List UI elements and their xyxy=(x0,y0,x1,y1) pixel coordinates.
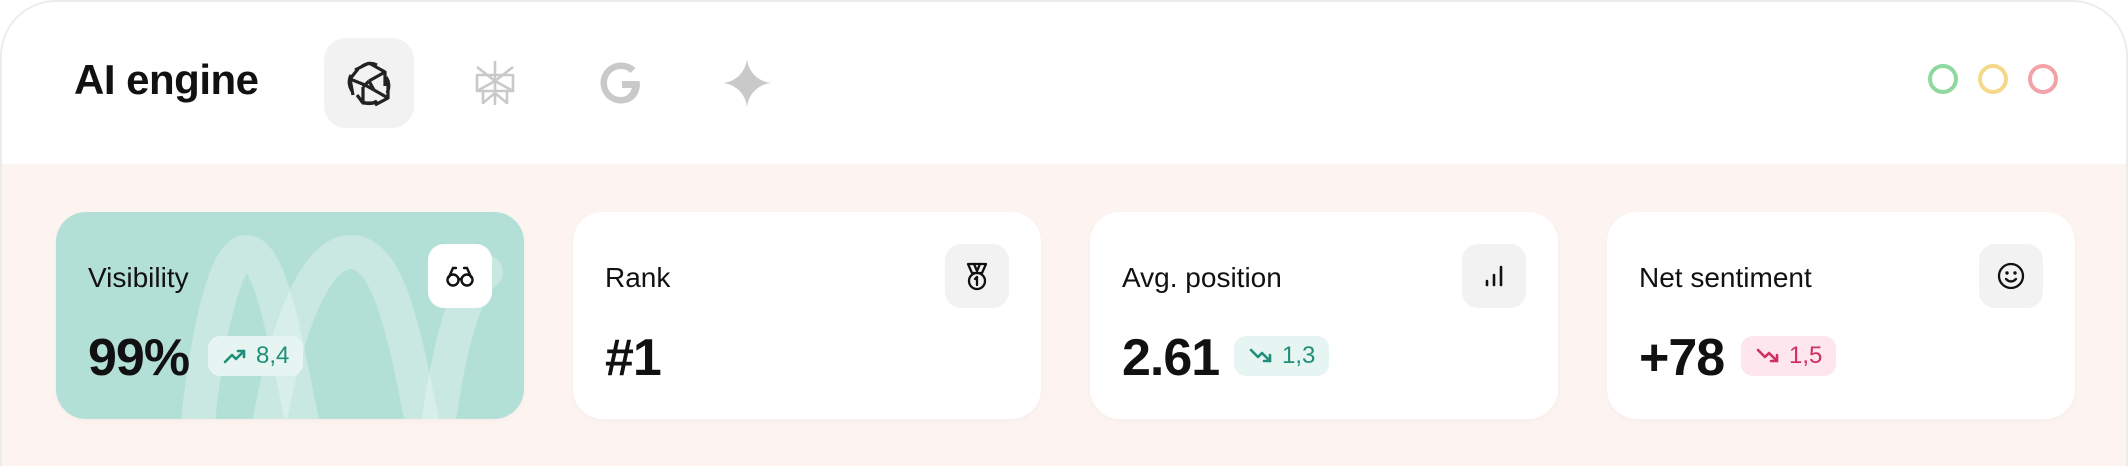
metric-label: Net sentiment xyxy=(1639,262,1812,293)
metric-label: Avg. position xyxy=(1122,262,1282,293)
metric-value: 99% xyxy=(88,329,190,387)
metrics-area: Visibility 99% 8,4 Rank #1 Avg. position… xyxy=(2,164,2126,466)
metric-label: Visibility xyxy=(88,262,189,293)
ai-engine-panel: AI engine Visibility 99% 8,4 Rank #1 Avg… xyxy=(0,0,2128,466)
metric-label: Rank xyxy=(605,262,671,293)
metric-value: 2.61 xyxy=(1122,329,1220,387)
perplexity-icon xyxy=(475,61,515,105)
dot-green[interactable] xyxy=(1928,64,1958,94)
metric-value: #1 xyxy=(605,329,662,387)
smiley-icon xyxy=(1979,244,2043,308)
engine-gemini[interactable] xyxy=(702,38,792,128)
metric-card-visibility[interactable]: Visibility 99% 8,4 xyxy=(56,212,524,419)
change-badge: 8,4 xyxy=(208,336,304,376)
change-badge: 1,3 xyxy=(1234,336,1330,376)
engine-openai[interactable] xyxy=(324,38,414,128)
header: AI engine xyxy=(2,2,2126,164)
trend-down-icon xyxy=(1249,348,1272,363)
bar-chart-icon xyxy=(1462,244,1526,308)
window-dots xyxy=(1928,64,2058,94)
metric-card-rank[interactable]: Rank #1 xyxy=(573,212,1041,419)
dot-red[interactable] xyxy=(2028,64,2058,94)
change-value: 8,4 xyxy=(256,342,290,369)
google-icon xyxy=(600,62,640,104)
trend-down-icon xyxy=(1756,348,1779,363)
metric-card-net-sentiment[interactable]: Net sentiment +78 1,5 xyxy=(1607,212,2075,419)
gemini-icon xyxy=(723,59,771,107)
dot-yellow[interactable] xyxy=(1978,64,2008,94)
change-value: 1,5 xyxy=(1789,342,1823,369)
trend-up-icon xyxy=(223,349,246,364)
medal-icon xyxy=(945,244,1009,308)
glasses-icon xyxy=(428,244,492,308)
change-badge: 1,5 xyxy=(1741,336,1837,376)
engine-google[interactable] xyxy=(576,38,666,128)
openai-icon xyxy=(347,61,391,107)
engine-perplexity[interactable] xyxy=(450,38,540,128)
page-title: AI engine xyxy=(74,56,259,103)
metric-card-avg-position[interactable]: Avg. position 2.61 1,3 xyxy=(1090,212,1558,419)
metric-value: +78 xyxy=(1639,329,1725,387)
change-value: 1,3 xyxy=(1282,342,1316,369)
